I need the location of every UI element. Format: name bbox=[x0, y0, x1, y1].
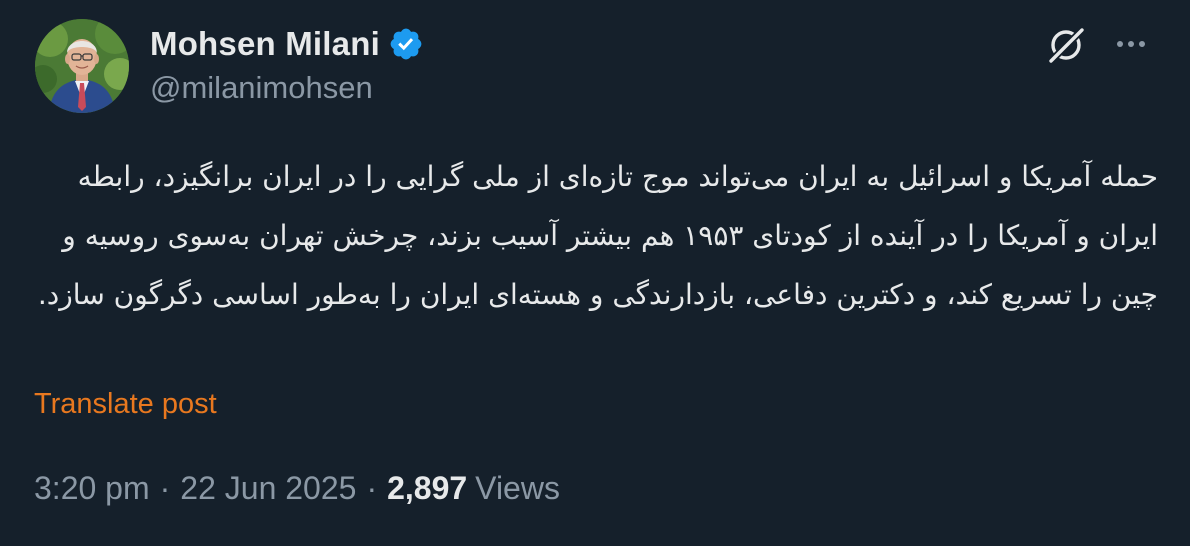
views-count[interactable]: 2,897 bbox=[387, 470, 467, 507]
translate-post-link[interactable]: Translate post bbox=[34, 388, 217, 421]
author-name-row[interactable]: Mohsen Milani bbox=[150, 22, 424, 66]
tweet-card: Mohsen Milani @milanimohsen حمله آمریکا … bbox=[0, 0, 1190, 546]
post-time[interactable]: 3:20 pm bbox=[34, 470, 150, 507]
author-display-name[interactable]: Mohsen Milani bbox=[150, 25, 380, 63]
post-meta: 3:20 pm · 22 Jun 2025 · 2,897 Views bbox=[34, 470, 560, 507]
more-options-icon[interactable] bbox=[1110, 30, 1152, 58]
post-date[interactable]: 22 Jun 2025 bbox=[180, 470, 356, 507]
meta-separator: · bbox=[159, 470, 171, 506]
views-label[interactable]: Views bbox=[475, 470, 560, 507]
avatar-image bbox=[35, 19, 129, 113]
avatar[interactable] bbox=[35, 19, 129, 113]
author-handle[interactable]: @milanimohsen bbox=[150, 70, 373, 106]
grok-icon[interactable] bbox=[1045, 24, 1087, 66]
verified-badge-icon[interactable] bbox=[388, 26, 424, 62]
post-text: حمله آمریکا و اسرائیل به ایران می‌تواند … bbox=[37, 160, 1158, 311]
meta-separator: · bbox=[366, 470, 378, 506]
